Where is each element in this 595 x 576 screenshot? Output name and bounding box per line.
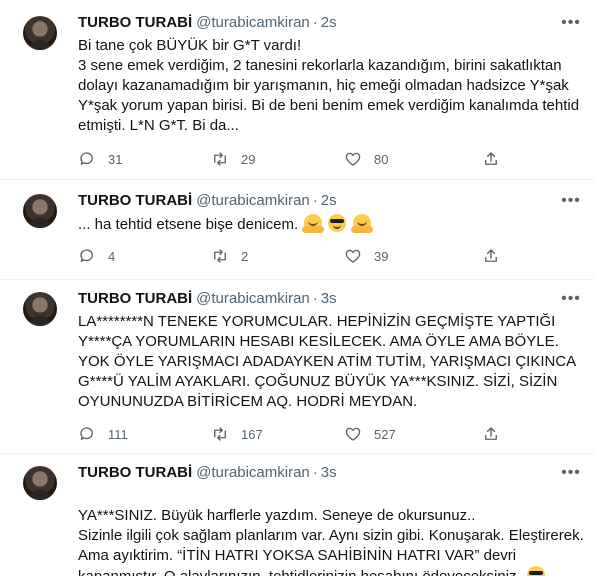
tweet-text: LA********N TENEKE YORUMCULAR. HEPİNİZİN… bbox=[78, 313, 576, 410]
timestamp[interactable]: 3s bbox=[321, 290, 337, 307]
separator-dot: · bbox=[312, 464, 318, 481]
tweet-text: Bi tane çok BÜYÜK bir G*T vardı! 3 sene … bbox=[78, 37, 580, 134]
hugging-face-emoji bbox=[302, 214, 325, 233]
tweet[interactable]: TURBO TURABİ @turabicamkiran · 3s ••• LA***… bbox=[0, 280, 595, 454]
reply-icon bbox=[80, 427, 93, 440]
share-button[interactable] bbox=[482, 149, 500, 169]
tweet-header: TURBO TURABİ @turabicamkiran · 2s bbox=[78, 192, 337, 210]
retweet-button[interactable]: 167 bbox=[211, 424, 263, 444]
retweet-button[interactable]: 29 bbox=[211, 149, 255, 169]
retweet-icon bbox=[214, 249, 226, 263]
like-count: 527 bbox=[374, 426, 396, 442]
display-name[interactable]: TURBO TURABİ bbox=[78, 290, 192, 307]
tweet-actions: 111 167 527 bbox=[78, 424, 508, 444]
tweet-text: ... ha tehtid etsene bişe denicem. bbox=[78, 216, 299, 233]
reply-icon bbox=[80, 152, 93, 165]
tweet-header: TURBO TURABİ @turabicamkiran · 3s bbox=[78, 464, 337, 482]
tweet-header: TURBO TURABİ @turabicamkiran · 2s bbox=[78, 14, 337, 32]
display-name[interactable]: TURBO TURABİ bbox=[78, 14, 192, 31]
share-icon bbox=[485, 152, 497, 165]
display-name[interactable]: TURBO TURABİ bbox=[78, 192, 192, 209]
more-icon[interactable]: ••• bbox=[561, 291, 581, 312]
reply-icon bbox=[80, 249, 93, 262]
tweet-actions: 4 2 39 bbox=[78, 246, 508, 266]
username[interactable]: @turabicamkiran bbox=[196, 290, 310, 307]
sunglasses-emoji bbox=[526, 566, 545, 576]
tweet-text: YA***SINIZ. Büyük harflerle yazdım. Sene… bbox=[78, 507, 584, 576]
separator-dot: · bbox=[312, 14, 318, 31]
share-button[interactable] bbox=[482, 246, 500, 266]
display-name[interactable]: TURBO TURABİ bbox=[78, 464, 192, 481]
retweet-icon bbox=[214, 152, 226, 166]
username[interactable]: @turabicamkiran bbox=[196, 192, 310, 209]
timestamp[interactable]: 2s bbox=[321, 192, 337, 209]
retweet-count: 167 bbox=[241, 426, 263, 442]
tweet-text-block: YA***SINIZ. Büyük harflerle yazdım. Sene… bbox=[78, 486, 584, 576]
username[interactable]: @turabicamkiran bbox=[196, 464, 310, 481]
like-button[interactable]: 39 bbox=[344, 246, 388, 266]
hugging-face-emoji bbox=[350, 214, 373, 233]
more-icon[interactable]: ••• bbox=[561, 15, 581, 36]
avatar[interactable] bbox=[23, 466, 57, 500]
tweet-header: TURBO TURABİ @turabicamkiran · 3s bbox=[78, 290, 337, 308]
username[interactable]: @turabicamkiran bbox=[196, 14, 310, 31]
tweet-actions: 31 29 80 bbox=[78, 149, 508, 169]
timestamp[interactable]: 2s bbox=[321, 14, 337, 31]
heart-icon bbox=[345, 427, 361, 441]
more-icon[interactable]: ••• bbox=[561, 465, 581, 486]
tweet-text-row: ... ha tehtid etsene bişe denicem. bbox=[78, 214, 584, 235]
timestamp[interactable]: 3s bbox=[321, 464, 337, 481]
tweet[interactable]: TURBO TURABİ @turabicamkiran · 2s ••• ... h… bbox=[0, 180, 595, 280]
reply-count: 4 bbox=[108, 248, 116, 264]
reply-button[interactable]: 4 bbox=[78, 246, 115, 266]
tweet[interactable]: TURBO TURABİ @turabicamkiran · 3s ••• YA***… bbox=[0, 454, 595, 576]
separator-dot: · bbox=[312, 290, 318, 307]
like-button[interactable]: 527 bbox=[344, 424, 396, 444]
retweet-button[interactable]: 2 bbox=[211, 246, 248, 266]
reply-count: 111 bbox=[108, 426, 128, 442]
retweet-icon bbox=[214, 427, 226, 441]
reply-button[interactable]: 31 bbox=[78, 149, 122, 169]
avatar[interactable] bbox=[23, 292, 57, 326]
sunglasses-emoji bbox=[328, 214, 347, 232]
reply-count: 31 bbox=[108, 151, 123, 167]
share-button[interactable] bbox=[482, 424, 500, 444]
heart-icon bbox=[345, 249, 361, 263]
like-count: 39 bbox=[374, 248, 389, 264]
retweet-count: 29 bbox=[241, 151, 256, 167]
share-icon bbox=[485, 427, 497, 440]
like-count: 80 bbox=[374, 151, 389, 167]
separator-dot: · bbox=[312, 192, 318, 209]
more-icon[interactable]: ••• bbox=[561, 193, 581, 214]
share-icon bbox=[485, 249, 497, 262]
heart-icon bbox=[345, 152, 361, 166]
retweet-count: 2 bbox=[241, 248, 249, 264]
like-button[interactable]: 80 bbox=[344, 149, 388, 169]
tweet[interactable]: TURBO TURABİ @turabicamkiran · 2s ••• Bi ta… bbox=[0, 0, 595, 180]
reply-button[interactable]: 111 bbox=[78, 424, 128, 444]
avatar[interactable] bbox=[23, 16, 57, 50]
avatar[interactable] bbox=[23, 194, 57, 228]
